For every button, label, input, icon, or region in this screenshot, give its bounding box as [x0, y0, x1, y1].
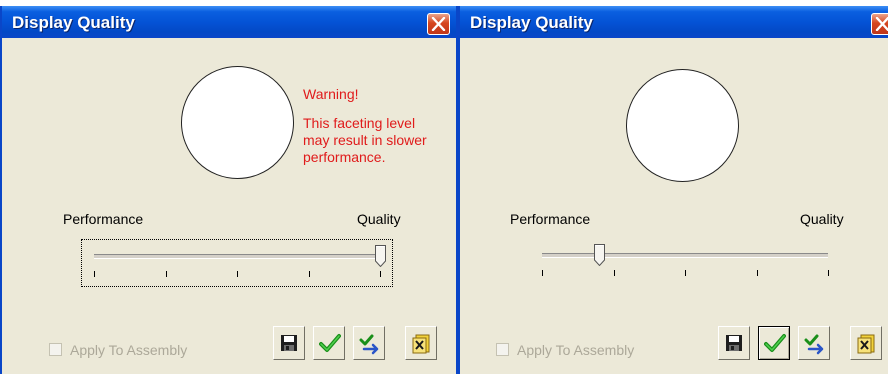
apply-button[interactable]	[798, 326, 830, 360]
reset-button[interactable]	[405, 326, 437, 360]
slider-tick	[542, 270, 543, 276]
checkmark-icon	[319, 334, 341, 352]
save-button[interactable]	[273, 326, 305, 360]
slider-track	[542, 253, 828, 258]
checkmark-icon	[764, 334, 786, 352]
apply-to-assembly-checkbox[interactable]	[49, 343, 62, 356]
title-bar[interactable]: Display Quality	[460, 6, 888, 38]
slider-thumb[interactable]	[375, 245, 386, 267]
check-arrow-icon	[804, 334, 824, 355]
dialog-title: Display Quality	[470, 13, 593, 32]
dialog-title: Display Quality	[12, 13, 135, 32]
slider-track	[94, 254, 380, 259]
close-icon	[431, 17, 446, 31]
quality-slider[interactable]	[530, 239, 840, 287]
slider-tick	[94, 271, 95, 277]
quality-preview-circle	[626, 69, 739, 182]
slider-tick	[614, 270, 615, 276]
slider-tick	[237, 271, 238, 277]
ok-button[interactable]	[758, 326, 790, 360]
close-icon	[875, 17, 888, 31]
slider-tick	[380, 271, 381, 277]
warning-message: Warning! This faceting level may result …	[303, 86, 443, 166]
slider-tick	[828, 270, 829, 276]
title-bar[interactable]: Display Quality	[2, 6, 456, 38]
check-arrow-icon	[359, 334, 379, 355]
reset-button[interactable]	[850, 326, 882, 360]
quality-label: Quality	[357, 211, 401, 227]
display-quality-dialog: Display Quality Warning! This faceting l…	[0, 6, 458, 374]
quality-preview-circle	[181, 66, 294, 179]
slider-tick	[757, 270, 758, 276]
save-button[interactable]	[718, 326, 750, 360]
warning-text: This faceting level may result in slower…	[303, 115, 427, 165]
slider-thumb[interactable]	[594, 244, 605, 266]
slider-tick	[166, 271, 167, 277]
apply-button[interactable]	[353, 326, 385, 360]
quality-label: Quality	[800, 211, 844, 227]
apply-to-assembly-checkbox[interactable]	[496, 343, 509, 356]
apply-to-assembly-label: Apply To Assembly	[70, 342, 188, 358]
performance-label: Performance	[510, 211, 591, 227]
performance-label: Performance	[63, 211, 144, 227]
slider-tick	[685, 270, 686, 276]
warning-heading: Warning!	[303, 86, 359, 102]
reset-icon	[412, 334, 430, 354]
save-icon	[726, 335, 742, 351]
close-button[interactable]	[871, 13, 888, 35]
save-icon	[281, 335, 297, 351]
quality-slider[interactable]	[81, 239, 393, 287]
apply-to-assembly-label: Apply To Assembly	[517, 342, 635, 358]
slider-tick	[309, 271, 310, 277]
ok-button[interactable]	[313, 326, 345, 360]
reset-icon	[857, 334, 875, 354]
display-quality-dialog: Display Quality Performance Quality Appl…	[458, 6, 888, 374]
close-button[interactable]	[427, 13, 450, 35]
